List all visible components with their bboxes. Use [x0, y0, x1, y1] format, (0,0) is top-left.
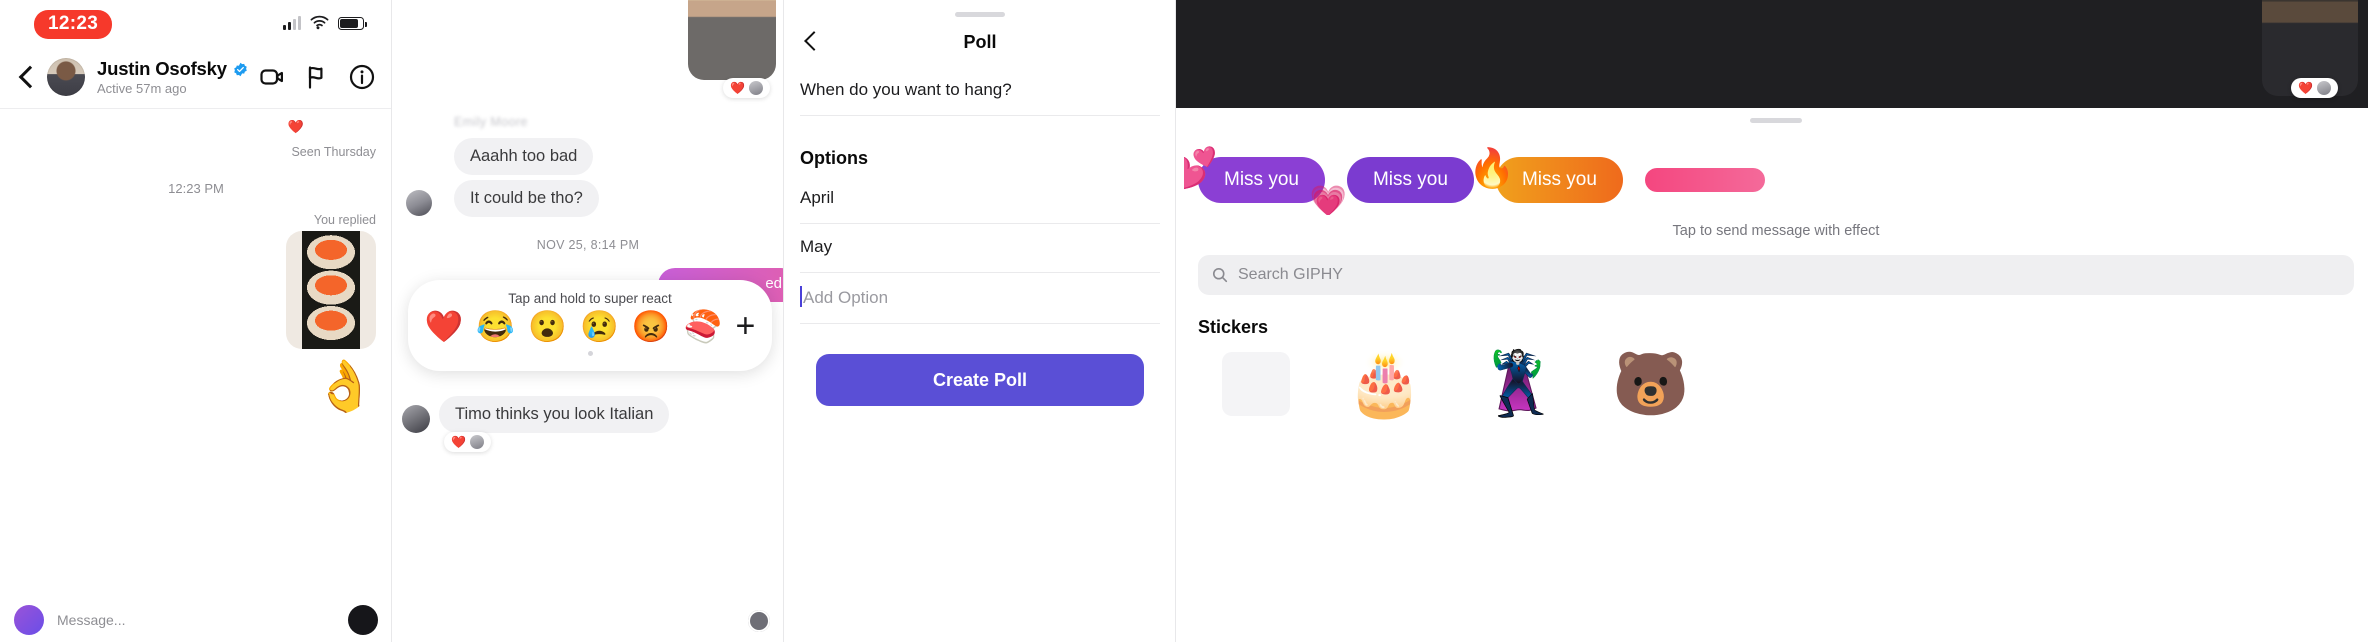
screenshot-stage: 12:23 Justin Osofsky Active 57m ago ❤️ S… — [0, 0, 2368, 642]
add-option-field[interactable]: Add Option — [800, 273, 1160, 324]
camera-icon[interactable] — [14, 605, 44, 635]
reaction-picker: Tap and hold to super react ❤️ 😂 😮 😢 😡 🍣… — [408, 280, 772, 371]
create-poll-button[interactable]: Create Poll — [816, 354, 1144, 406]
page-title: Poll — [963, 31, 997, 52]
reaction-wow[interactable]: 😮 — [528, 311, 567, 342]
sticker-villain[interactable]: 🦹 — [1479, 354, 1556, 416]
effects-carousel[interactable]: Miss you Miss you Miss you — [1184, 123, 2368, 215]
reply-label: You replied — [313, 213, 376, 227]
add-reaction-icon[interactable]: + — [735, 309, 755, 343]
flag-icon[interactable] — [303, 63, 331, 91]
text-caret — [800, 286, 802, 307]
sticker-cake[interactable]: 🎂 — [1346, 354, 1423, 416]
battery-icon — [338, 17, 367, 30]
contact-status: Active 57m ago — [97, 81, 187, 96]
sushi-photo[interactable] — [286, 231, 376, 349]
reactor-avatar — [469, 435, 484, 449]
reaction-angry[interactable]: 😡 — [632, 311, 671, 342]
reaction-laugh[interactable]: 😂 — [476, 311, 515, 342]
effect-bubble-sparkle[interactable]: Miss you — [1346, 157, 1474, 203]
ok-hand-sticker[interactable]: 👌 — [314, 361, 376, 411]
panel-reaction-picker: ❤️ Emily Moore Aaahh too bad It could be… — [392, 0, 784, 642]
poll-option-row[interactable]: May — [800, 224, 1160, 273]
message-reaction-chip[interactable]: ❤️ — [444, 432, 491, 452]
more-options-icon[interactable] — [348, 605, 378, 635]
giphy-search-bar[interactable]: Search GIPHY — [1198, 255, 2354, 295]
globe-icon[interactable] — [748, 610, 770, 632]
sender-name-blurred: Emily Moore — [454, 115, 528, 129]
heart-reaction-icon: ❤️ — [2298, 81, 2313, 95]
sticker-placeholder[interactable] — [1222, 352, 1290, 416]
heart-reaction-icon[interactable]: ❤️ — [288, 119, 304, 135]
message-composer: Message... — [0, 598, 392, 642]
status-bar: 12:23 — [0, 0, 392, 46]
reactor-avatar — [2317, 81, 2331, 95]
effect-bubble-hearts[interactable]: Miss you — [1184, 145, 1347, 215]
conversation-header: Justin Osofsky Active 57m ago — [0, 46, 392, 108]
message-bubble[interactable]: Aaahh too bad — [454, 138, 594, 175]
poll-option-row[interactable]: April — [800, 175, 1160, 224]
info-circle-icon[interactable] — [348, 63, 376, 91]
reaction-sad[interactable]: 😢 — [580, 311, 619, 342]
reaction-emoji-row: ❤️ 😂 😮 😢 😡 🍣 + — [408, 309, 772, 343]
poll-question-field[interactable]: When do you want to hang? — [800, 67, 1160, 116]
contact-avatar[interactable] — [47, 58, 85, 96]
message-bubble[interactable]: It could be tho? — [454, 180, 599, 217]
contact-identity[interactable]: Justin Osofsky Active 57m ago — [97, 58, 258, 96]
message-timestamp: 12:23 PM — [168, 181, 224, 196]
search-icon — [1212, 267, 1228, 283]
status-clock: 12:23 — [34, 10, 113, 39]
signal-bars-icon — [283, 16, 301, 30]
date-divider: NOV 25, 8:14 PM — [536, 238, 640, 252]
panel-poll-creator: Poll When do you want to hang? Options A… — [784, 0, 1176, 642]
dimmed-backdrop — [1176, 0, 2368, 108]
reaction-hint: Tap and hold to super react — [508, 291, 672, 306]
reactor-avatar — [749, 81, 763, 95]
message-bubble[interactable]: Timo thinks you look Italian — [439, 396, 670, 433]
back-chevron-icon[interactable] — [800, 29, 826, 55]
back-chevron-icon[interactable] — [12, 62, 42, 92]
effects-hint: Tap to send message with effect — [1672, 223, 1880, 239]
composer-placeholder[interactable]: Message... — [57, 612, 335, 628]
page-indicator-dot — [587, 351, 593, 356]
options-section-label: Options — [800, 148, 868, 168]
video-camera-icon[interactable] — [258, 63, 286, 91]
sticker-bear[interactable]: 🐻 — [1612, 354, 1689, 416]
effects-sheet: Miss you Miss you Miss you Tap to send m… — [1184, 108, 2368, 642]
sender-avatar[interactable] — [402, 405, 430, 433]
verified-badge-icon — [234, 62, 247, 76]
header-actions — [258, 63, 376, 91]
wifi-icon — [310, 15, 329, 30]
poll-form: When do you want to hang? Options April … — [784, 67, 1176, 406]
stickers-row: 🎂 🦹 🐻 — [1184, 338, 2368, 416]
heart-reaction-icon: ❤️ — [451, 435, 466, 449]
poll-header: Poll — [784, 17, 1176, 67]
seen-receipt: Seen Thursday — [291, 145, 376, 159]
heart-reaction-icon: ❤️ — [730, 81, 745, 95]
panel-conversation: 12:23 Justin Osofsky Active 57m ago ❤️ S… — [0, 0, 392, 642]
add-option-placeholder: Add Option — [803, 288, 889, 307]
italian-message-row: Timo thinks you look Italian — [402, 396, 670, 433]
video-reaction-chip[interactable]: ❤️ — [2291, 78, 2338, 98]
video-message-thumbnail[interactable] — [688, 0, 776, 80]
message-thread: ❤️ Seen Thursday 12:23 PM You replied 👌 — [0, 109, 392, 642]
reaction-sushi[interactable]: 🍣 — [684, 311, 723, 342]
sender-avatar[interactable] — [406, 190, 432, 216]
video-reaction-chip[interactable]: ❤️ — [723, 78, 770, 98]
contact-name: Justin Osofsky — [97, 58, 227, 79]
effect-bubble-fire[interactable]: Miss you — [1468, 147, 1623, 203]
reaction-heart[interactable]: ❤️ — [425, 311, 464, 342]
panel-effects-giphy: ❤️ Miss you Miss you Miss you Tap to sen… — [1176, 0, 2368, 642]
status-icon-group — [283, 15, 367, 30]
stickers-section-title: Stickers — [1198, 317, 1269, 337]
effect-bubble-pink[interactable] — [1644, 168, 1765, 192]
giphy-search-placeholder: Search GIPHY — [1238, 266, 1343, 283]
